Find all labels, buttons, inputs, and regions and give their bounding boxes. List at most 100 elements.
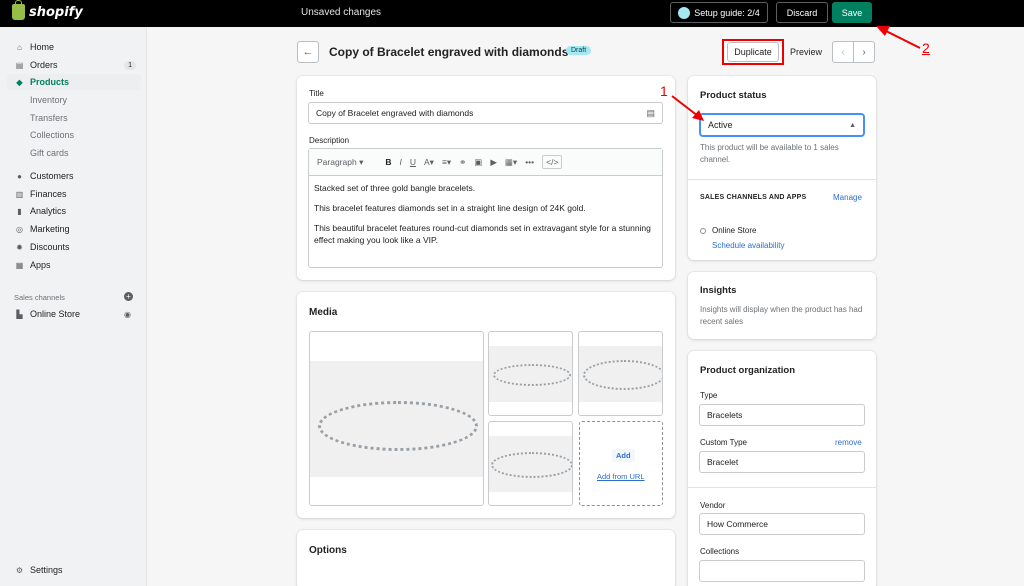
sidebar-item-inventory[interactable]: Inventory	[7, 92, 141, 108]
sidebar-item-finances[interactable]: ▥ Finances	[7, 186, 141, 202]
tag-icon: ◆	[16, 77, 23, 87]
text-options-icon[interactable]: ▤	[646, 108, 655, 119]
sidebar-item-online-store[interactable]: ▙ Online Store	[7, 306, 141, 322]
title-input[interactable]: Copy of Bracelet engraved with diamonds …	[308, 102, 663, 124]
sidebar-item-discounts[interactable]: ✹ Discounts	[7, 239, 141, 255]
description-line-1: Stacked set of three gold bangle bracele…	[314, 183, 476, 193]
chevron-right-icon: ›	[862, 46, 866, 58]
divider	[688, 487, 876, 488]
remove-custom-type-link[interactable]: remove	[835, 438, 862, 447]
description-line-3: This beautiful bracelet features round-c…	[314, 223, 651, 245]
type-label: Type	[700, 391, 718, 400]
flag-icon	[678, 6, 691, 19]
sidebar-item-orders[interactable]: ▤ Orders 1	[7, 57, 141, 73]
person-icon: ●	[17, 171, 22, 181]
sidebar-item-settings[interactable]: ⚙ Settings	[7, 562, 141, 578]
vendor-label: Vendor	[700, 501, 726, 510]
discount-icon: ✹	[16, 242, 23, 252]
status-selected-value: Active	[708, 120, 733, 130]
table-icon[interactable]: ▦▾	[505, 157, 517, 168]
page-title: Copy of Bracelet engraved with diamonds	[329, 45, 569, 59]
media-image-3[interactable]	[578, 331, 663, 416]
product-status-heading: Product status	[700, 90, 767, 101]
paragraph-select[interactable]: Paragraph ▾	[317, 157, 363, 168]
apps-icon: ▦	[15, 260, 24, 270]
add-channel-icon[interactable]: +	[124, 292, 133, 301]
setup-guide-button[interactable]: Setup guide: 2/4	[670, 2, 768, 23]
options-card	[297, 530, 675, 586]
sidebar-item-collections[interactable]: Collections	[7, 127, 141, 143]
sidebar-item-products[interactable]: ◆ Products	[7, 74, 141, 90]
add-from-url-link[interactable]: Add from URL	[597, 472, 645, 481]
annotation-number-1: 1	[660, 83, 668, 99]
arrow-left-icon: ←	[302, 46, 314, 58]
annotation-arrow-1	[671, 95, 704, 121]
link-icon[interactable]: ⚭	[459, 157, 466, 168]
code-view-icon[interactable]: </>	[542, 155, 563, 169]
shopify-logo[interactable]: shopify	[12, 0, 83, 20]
select-arrows-icon: ▲	[849, 121, 856, 129]
vendor-input[interactable]: How Commerce	[699, 513, 865, 535]
chevron-left-icon: ‹	[841, 46, 845, 58]
media-image-2[interactable]	[488, 331, 573, 416]
collections-input[interactable]	[699, 560, 865, 582]
video-icon[interactable]: ▶	[490, 157, 497, 168]
italic-icon[interactable]: I	[399, 157, 401, 167]
status-help-text: This product will be available to 1 sale…	[700, 143, 839, 164]
title-value: Copy of Bracelet engraved with diamonds	[316, 108, 474, 118]
sidebar-item-gift-cards[interactable]: Gift cards	[7, 145, 141, 161]
orders-count-badge: 1	[124, 60, 136, 70]
media-dropzone[interactable]: Add Add from URL	[579, 421, 663, 506]
status-select[interactable]: Active ▲	[699, 113, 865, 137]
gear-icon: ⚙	[15, 565, 24, 575]
schedule-availability-link[interactable]: Schedule availability	[712, 241, 785, 250]
editor-toolbar: Paragraph ▾ B I U A▾ ≡▾ ⚭ ▣ ▶ ▦▾ ••• </>	[309, 149, 662, 176]
type-input[interactable]: Bracelets	[699, 404, 865, 426]
description-label: Description	[309, 136, 350, 145]
more-icon[interactable]: •••	[525, 157, 534, 167]
discard-button[interactable]: Discard	[776, 2, 828, 23]
setup-guide-label: Setup guide: 2/4	[694, 7, 760, 18]
shopify-bag-icon	[12, 0, 25, 20]
previous-product-button[interactable]: ‹	[832, 41, 854, 63]
home-icon: ⌂	[17, 42, 22, 52]
collections-label: Collections	[700, 547, 740, 556]
sidebar-item-transfers[interactable]: Transfers	[7, 110, 141, 126]
manage-channels-link[interactable]: Manage	[833, 193, 862, 202]
orders-icon: ▤	[15, 60, 24, 70]
bank-icon: ▥	[15, 189, 24, 199]
image-icon[interactable]: ▣	[474, 157, 482, 168]
channel-status-dot	[700, 228, 706, 234]
back-button[interactable]: ←	[297, 41, 319, 63]
bracelet-chain	[318, 401, 478, 451]
sidebar-item-apps[interactable]: ▦ Apps	[7, 257, 141, 273]
preview-button[interactable]: Preview	[790, 47, 822, 57]
align-icon[interactable]: ≡▾	[442, 157, 451, 168]
product-organization-heading: Product organization	[700, 365, 795, 376]
media-heading: Media	[309, 307, 338, 318]
sidebar-item-home[interactable]: ⌂ Home	[7, 39, 141, 55]
insights-heading: Insights	[700, 285, 737, 296]
store-icon: ▙	[16, 309, 23, 319]
bold-icon[interactable]: B	[385, 157, 391, 167]
options-heading: Options	[309, 545, 347, 556]
description-editor[interactable]: Paragraph ▾ B I U A▾ ≡▾ ⚭ ▣ ▶ ▦▾ ••• </>…	[308, 148, 663, 268]
underline-icon[interactable]: U	[410, 157, 416, 167]
title-label: Title	[309, 89, 324, 98]
logo-text: shopify	[29, 4, 83, 20]
custom-type-input[interactable]: Bracelet	[699, 451, 865, 473]
sidebar-item-customers[interactable]: ● Customers	[7, 168, 141, 184]
annotation-arrow-2	[876, 26, 921, 49]
sidebar-item-marketing[interactable]: ◎ Marketing	[7, 221, 141, 237]
text-color-icon[interactable]: A▾	[424, 157, 434, 168]
eye-icon[interactable]: ◉	[124, 310, 131, 319]
add-media-button[interactable]: Add	[612, 449, 635, 462]
insights-text: Insights will display when the product h…	[700, 305, 863, 326]
media-image-main[interactable]	[309, 331, 484, 506]
media-image-4[interactable]	[488, 421, 573, 506]
unsaved-changes-label: Unsaved changes	[301, 7, 382, 18]
save-button[interactable]: Save	[832, 2, 872, 23]
bar-chart-icon: ▮	[17, 206, 22, 216]
sidebar-item-analytics[interactable]: ▮ Analytics	[7, 203, 141, 219]
duplicate-button[interactable]: Duplicate	[727, 42, 779, 62]
